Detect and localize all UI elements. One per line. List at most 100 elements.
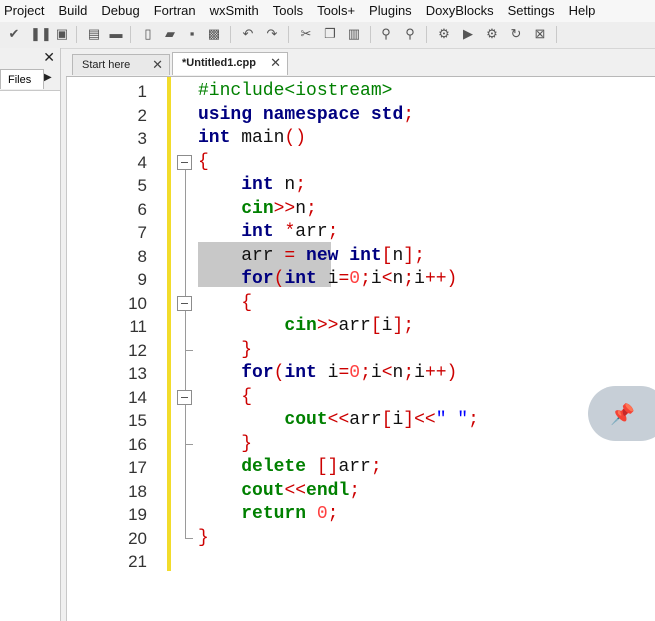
line-number: 18 bbox=[128, 481, 147, 501]
code-token: #include<iostream> bbox=[198, 81, 393, 101]
code-token: [ bbox=[370, 316, 382, 336]
save-icon[interactable]: ▪ bbox=[184, 26, 200, 42]
menu-item-tools-[interactable]: Tools+ bbox=[310, 0, 362, 22]
build-run-icon[interactable]: ⚙ bbox=[484, 26, 500, 42]
tab-untitled1-cpp[interactable]: *Untitled1.cpp ✕ bbox=[172, 52, 288, 75]
menu-item-settings[interactable]: Settings bbox=[501, 0, 562, 22]
code-text: { bbox=[198, 386, 252, 410]
replace-icon[interactable]: ⚲ bbox=[402, 26, 418, 42]
code-text: } bbox=[198, 339, 252, 363]
code-token: ++) bbox=[424, 363, 458, 383]
close-icon[interactable]: ✕ bbox=[270, 53, 281, 73]
code-token: = bbox=[338, 363, 350, 383]
menu-item-project[interactable]: Project bbox=[0, 0, 51, 22]
open-icon[interactable]: ▰ bbox=[162, 26, 178, 42]
fold-end bbox=[185, 537, 193, 539]
new-project-icon[interactable]: ▤ bbox=[86, 26, 102, 42]
menu-item-wxsmith[interactable]: wxSmith bbox=[203, 0, 266, 22]
code-line: 14 { bbox=[67, 386, 655, 410]
code-token: ; bbox=[403, 363, 415, 383]
paste-icon[interactable]: ▥ bbox=[346, 26, 362, 42]
menu-item-fortran[interactable]: Fortran bbox=[147, 0, 203, 22]
undo-icon[interactable]: ↶ bbox=[240, 26, 256, 42]
line-number: 13 bbox=[128, 364, 147, 383]
menu-item-plugins[interactable]: Plugins bbox=[362, 0, 419, 22]
cut-icon[interactable]: ✂ bbox=[298, 26, 314, 42]
code-token: 0 bbox=[349, 269, 361, 289]
code-token: new bbox=[306, 245, 339, 266]
code-token: 0 bbox=[316, 504, 328, 524]
pin-button[interactable]: 📌 bbox=[588, 386, 655, 441]
close-icon[interactable]: ✕ bbox=[43, 49, 55, 66]
code-token: i bbox=[316, 269, 339, 289]
code-token: for bbox=[241, 363, 274, 383]
tab-scroll-right-icon[interactable]: ▶ bbox=[44, 72, 52, 83]
window-icon[interactable]: ▬ bbox=[108, 26, 124, 42]
code-token: i bbox=[414, 269, 425, 289]
line-number: 7 bbox=[137, 223, 147, 242]
code-token: for bbox=[241, 269, 274, 289]
menu-item-help[interactable]: Help bbox=[562, 0, 603, 22]
code-token: ; bbox=[360, 269, 371, 289]
files-tab[interactable]: Files bbox=[0, 69, 44, 89]
code-token: i bbox=[370, 269, 382, 289]
code-token: endl bbox=[306, 480, 350, 501]
code-token: i bbox=[392, 410, 404, 430]
code-token: * bbox=[284, 222, 296, 242]
fold-guide bbox=[185, 310, 186, 350]
code-text: cin>>arr[i]; bbox=[198, 315, 414, 339]
close-icon[interactable]: ✕ bbox=[152, 55, 163, 75]
stop-icon[interactable]: ▣ bbox=[54, 26, 70, 42]
code-line: 12 } bbox=[67, 339, 655, 363]
code-token: int bbox=[349, 245, 382, 266]
abort-icon[interactable]: ⊠ bbox=[532, 26, 548, 42]
fold-toggle[interactable] bbox=[177, 389, 192, 405]
code-token: n bbox=[392, 245, 404, 266]
toolbar-separator bbox=[370, 26, 371, 43]
run-icon[interactable]: ▶ bbox=[460, 26, 476, 42]
line-number: 1 bbox=[137, 82, 147, 101]
code-token: [ bbox=[381, 245, 393, 266]
gear-icon[interactable]: ⚙ bbox=[436, 26, 452, 42]
code-token: { bbox=[241, 292, 253, 313]
line-number: 4 bbox=[137, 152, 147, 172]
toolbar-separator bbox=[288, 26, 289, 43]
code-line: 9 for(int i=0;i<n;i++) bbox=[67, 268, 655, 292]
code-token: < bbox=[381, 269, 393, 289]
fold-toggle[interactable] bbox=[177, 295, 192, 311]
toolbar-separator bbox=[556, 26, 557, 43]
pause-icon[interactable]: ❚❚ bbox=[30, 26, 52, 42]
save-all-icon[interactable]: ▩ bbox=[206, 26, 222, 42]
find-icon[interactable]: ⚲ bbox=[378, 26, 394, 42]
copy-icon[interactable]: ❐ bbox=[322, 26, 338, 42]
code-token: int bbox=[284, 363, 317, 383]
code-text: arr = new int[n]; bbox=[198, 245, 425, 269]
menu-item-tools[interactable]: Tools bbox=[266, 0, 310, 22]
new-file-icon[interactable]: ▯ bbox=[140, 26, 156, 42]
code-token: } bbox=[241, 339, 253, 360]
code-token: = bbox=[338, 269, 350, 289]
menu-item-doxyblocks[interactable]: DoxyBlocks bbox=[419, 0, 501, 22]
tab-start-here[interactable]: Start here ✕ bbox=[72, 54, 170, 75]
menu-item-build[interactable]: Build bbox=[51, 0, 94, 22]
check-icon[interactable]: ✔ bbox=[6, 26, 22, 42]
code-token: [ bbox=[381, 410, 393, 430]
code-token: ; bbox=[327, 222, 339, 242]
fold-end bbox=[185, 349, 193, 351]
fold-toggle[interactable] bbox=[177, 154, 192, 170]
menu-item-debug[interactable]: Debug bbox=[94, 0, 146, 22]
code-token: std bbox=[370, 104, 404, 125]
redo-icon[interactable]: ↷ bbox=[264, 26, 280, 42]
line-number: 20 bbox=[128, 528, 147, 548]
rebuild-icon[interactable]: ↻ bbox=[508, 26, 524, 42]
code-editor[interactable]: 1 #include<iostream> 2 using namespace std;… bbox=[66, 77, 655, 621]
code-token: using bbox=[198, 104, 253, 125]
